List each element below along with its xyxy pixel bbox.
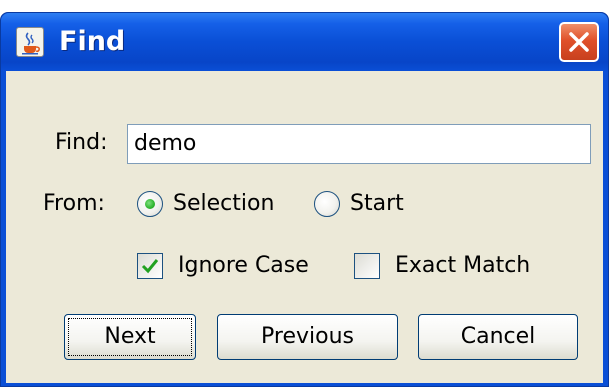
title-bar[interactable]: Find	[1, 13, 608, 71]
dialog-content: Find: demo From: Selection Start Ignore …	[6, 71, 603, 383]
cancel-button[interactable]: Cancel	[418, 314, 578, 360]
window-title: Find	[59, 26, 126, 57]
ignore-case-label[interactable]: Ignore Case	[178, 253, 309, 279]
ignore-case-checkbox[interactable]	[137, 253, 163, 279]
close-icon	[569, 32, 589, 52]
exact-match-label[interactable]: Exact Match	[395, 253, 530, 279]
find-input[interactable]: demo	[127, 124, 591, 164]
checkmark-icon	[141, 259, 159, 274]
from-start-radio[interactable]	[314, 191, 340, 217]
from-selection-radio[interactable]	[137, 191, 163, 217]
find-dialog: Find Find: demo From: Selection Start Ig…	[0, 12, 609, 387]
previous-button[interactable]: Previous	[217, 314, 398, 360]
next-button[interactable]: Next	[64, 314, 196, 360]
background-strip	[0, 0, 611, 12]
java-cup-icon	[16, 27, 44, 57]
from-label: From:	[43, 191, 105, 216]
from-selection-label[interactable]: Selection	[173, 191, 274, 217]
close-button[interactable]	[559, 22, 599, 62]
next-button-label: Next	[104, 324, 156, 349]
find-label: Find:	[55, 130, 108, 155]
radio-selected-dot	[145, 199, 155, 209]
exact-match-checkbox[interactable]	[354, 253, 380, 279]
from-start-label[interactable]: Start	[350, 191, 404, 217]
